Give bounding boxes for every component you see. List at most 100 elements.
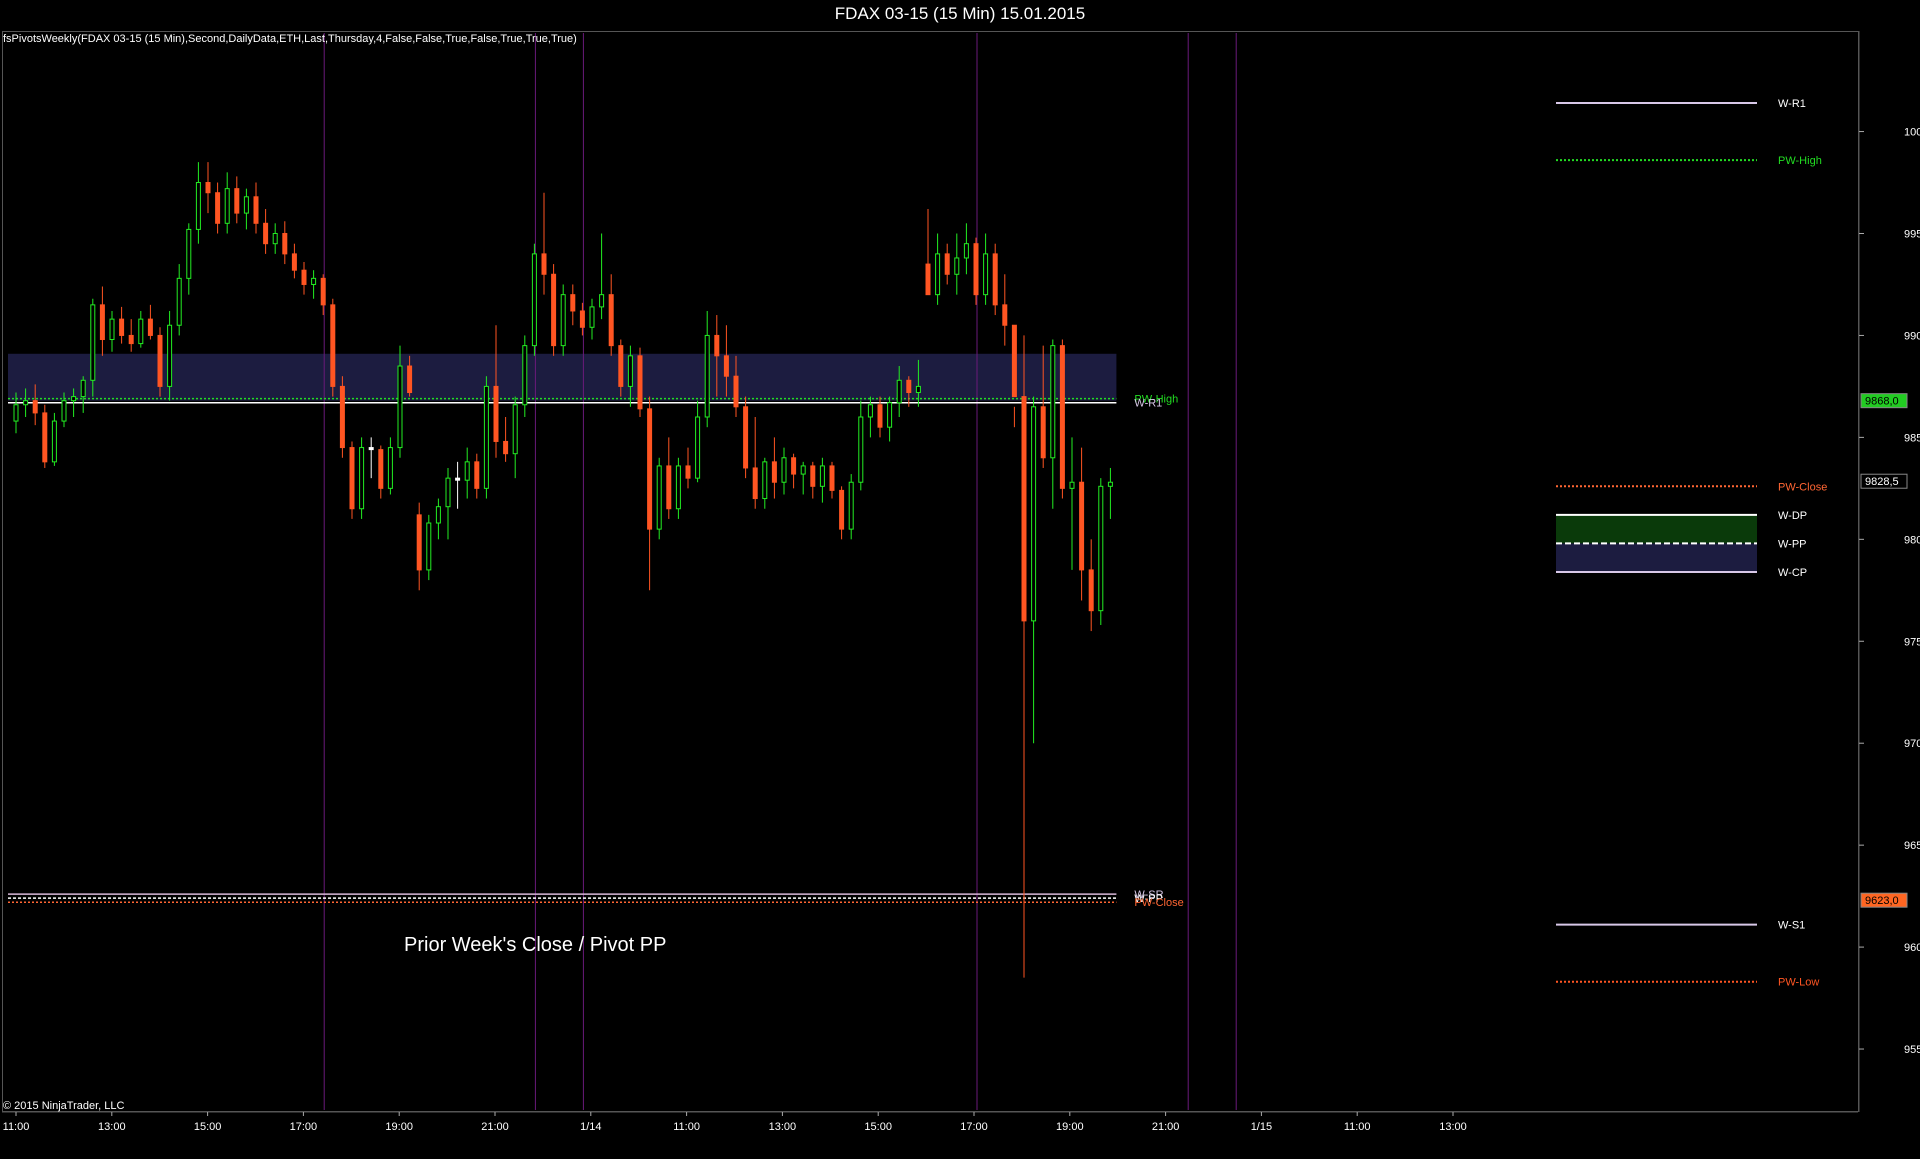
y-tick-label: 10000,0: [1904, 127, 1920, 139]
x-tick-label: 19:00: [385, 1121, 413, 1133]
candle-body: [733, 375, 739, 408]
candle-body: [215, 192, 221, 224]
candle-body: [349, 447, 355, 510]
candle-body: [416, 514, 422, 571]
candle-body: [522, 345, 528, 406]
x-tick-label: 13:00: [98, 1121, 126, 1133]
x-tick-label: 15:00: [864, 1121, 892, 1133]
candle-body: [887, 402, 893, 428]
x-tick-label: 17:00: [290, 1121, 318, 1133]
x-tick-label: 13:00: [769, 1121, 797, 1133]
candle-body: [407, 365, 413, 394]
y-tick-label: 9850,0: [1904, 432, 1920, 444]
candle-body: [1011, 324, 1017, 398]
candle-body: [704, 334, 710, 418]
candle-body: [781, 457, 787, 483]
candle-body: [589, 306, 595, 328]
candle-body: [848, 481, 854, 530]
candle-body: [647, 408, 653, 530]
candle-body: [896, 379, 902, 404]
candle-body: [128, 334, 134, 345]
candle-body: [551, 273, 557, 347]
legend-label-w-s1: W-S1: [1778, 920, 1805, 932]
candle-body: [877, 404, 883, 428]
candle-body: [685, 465, 691, 479]
x-tick-label: 21:00: [1152, 1121, 1180, 1133]
candle-body: [301, 269, 307, 285]
candle-body: [983, 253, 989, 296]
candle-body: [637, 355, 643, 410]
candle-body: [627, 355, 633, 387]
x-tick-label: 1/14: [580, 1121, 601, 1133]
legend-label-pw-high: PW-High: [1778, 155, 1822, 167]
candle-body: [80, 379, 86, 398]
candle-body: [138, 318, 144, 345]
candle-body: [464, 461, 470, 481]
candle-body: [387, 447, 393, 489]
candle-body: [291, 253, 297, 271]
x-tick-label: 15:00: [194, 1121, 222, 1133]
candle-body: [368, 447, 374, 451]
candle-body: [234, 188, 240, 214]
x-tick-label: 19:00: [1056, 1121, 1084, 1133]
candle-body: [243, 196, 249, 214]
candle-body: [800, 465, 806, 475]
x-tick-label: 13:00: [1439, 1121, 1467, 1133]
candle-body: [925, 263, 931, 296]
candle-body: [608, 294, 614, 347]
candle-body: [618, 345, 624, 387]
candle-body: [426, 522, 432, 571]
candle-body: [1079, 481, 1085, 571]
candle-body: [714, 334, 720, 357]
candle-body: [176, 277, 182, 326]
y-tick-label: 9700,0: [1904, 738, 1920, 750]
candle-body: [90, 304, 96, 381]
candle-body: [13, 404, 19, 422]
candle-body: [119, 318, 125, 336]
candle-body: [695, 416, 701, 479]
candle-body: [723, 355, 729, 377]
candle-body: [973, 243, 979, 296]
candle-body: [1069, 481, 1075, 489]
line-end-label: W-R1: [1134, 398, 1162, 410]
candle-body: [666, 465, 672, 510]
candle-body: [944, 253, 950, 275]
candle-body: [743, 406, 749, 469]
candle-body: [147, 318, 153, 336]
candle-body: [906, 379, 912, 394]
legend-label-pw-low: PW-Low: [1778, 977, 1819, 989]
candle-body: [992, 253, 998, 306]
candle-body: [1040, 406, 1046, 459]
price-chart[interactable]: W-R1 PW-High PW-Close W-DP W-PP W-CP W-S1 PW-Lo…: [0, 0, 1920, 1159]
candle-body: [205, 182, 211, 194]
candle-body: [771, 461, 777, 483]
candle-body: [339, 385, 345, 449]
candle-body: [378, 449, 384, 489]
candle-body: [560, 294, 566, 347]
x-tick-label: 11:00: [673, 1121, 700, 1133]
candle-body: [531, 253, 537, 347]
y-tick-label: 9650,0: [1904, 840, 1920, 852]
candle-body: [819, 465, 825, 487]
candle-body: [656, 465, 662, 530]
candle-body: [829, 465, 835, 491]
candle-body: [935, 253, 941, 296]
candle-body: [311, 277, 317, 285]
candle-body: [224, 188, 230, 224]
legend-label-pw-close: PW-Close: [1778, 481, 1827, 493]
price-marker-label: 9828,5: [1865, 476, 1899, 488]
legend-label-w-r1: W-R1: [1778, 98, 1806, 110]
candle-body: [570, 294, 576, 312]
price-marker-label: 9868,0: [1865, 396, 1899, 408]
candle-body: [503, 440, 509, 455]
candle-body: [752, 467, 758, 500]
candle-body: [455, 477, 461, 481]
annotation-text: Prior Week's Close / Pivot PP: [404, 934, 667, 956]
legend-label-w-cp: W-CP: [1778, 567, 1807, 579]
candle-body: [1088, 569, 1094, 612]
candle-body: [51, 420, 57, 463]
candle-body: [1021, 396, 1027, 622]
candle-body: [599, 294, 605, 308]
candle-body: [23, 400, 29, 406]
candle-body: [474, 461, 480, 489]
